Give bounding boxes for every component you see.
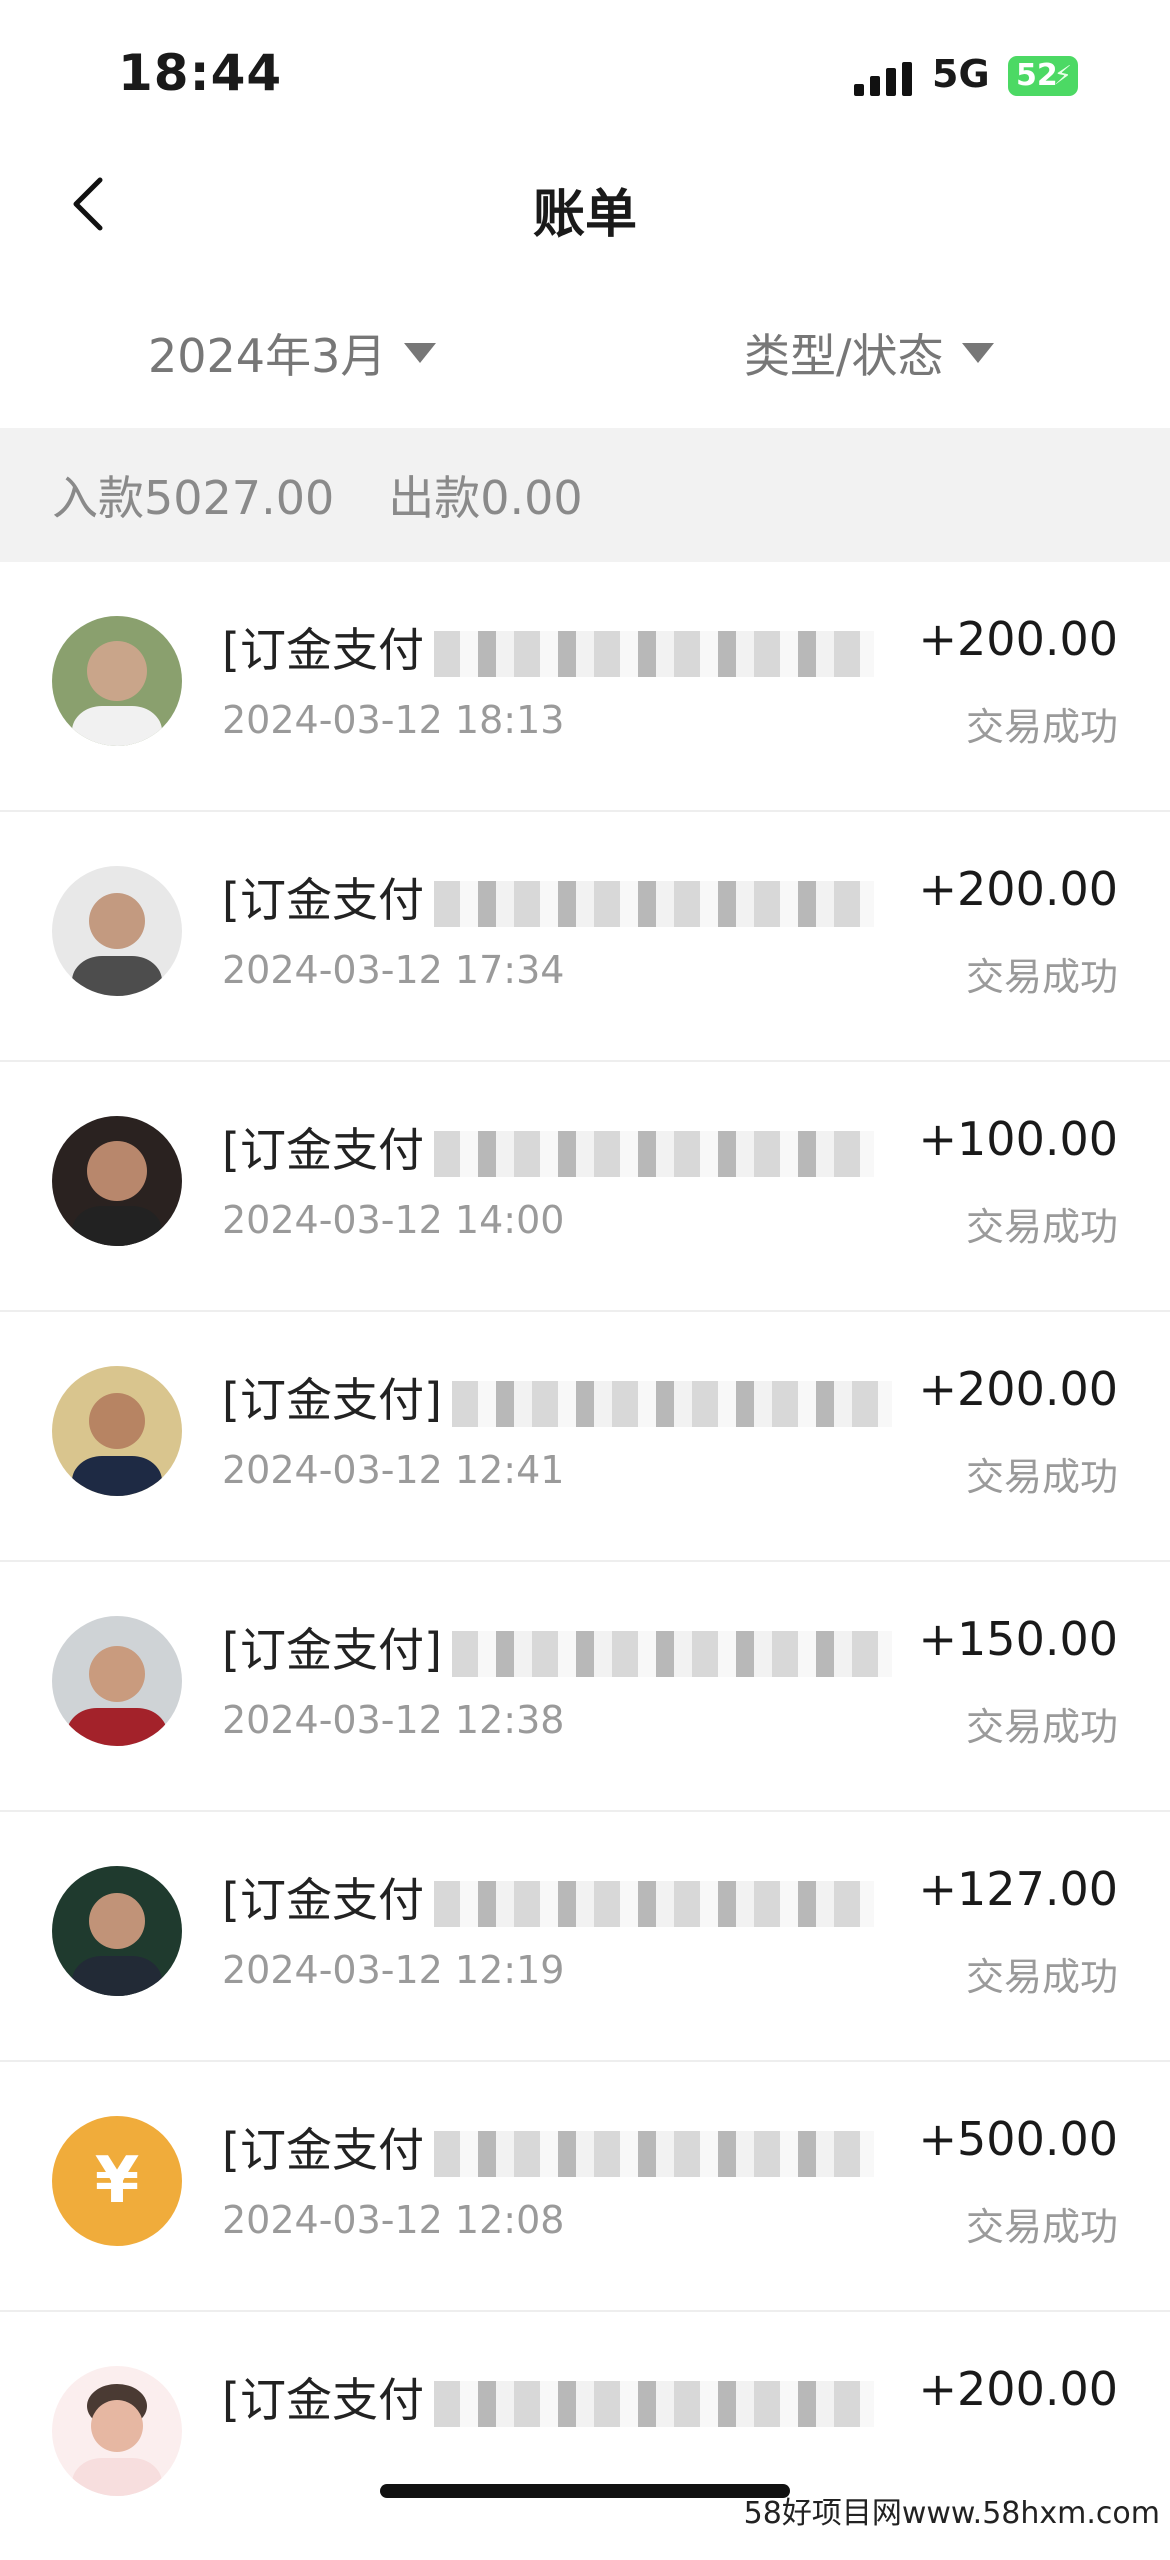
transaction-row[interactable]: ¥ [订金支付 2024-03-12 12:08 +500.00 交易成功	[0, 2062, 1170, 2312]
transaction-status: 交易成功	[965, 1455, 1118, 1499]
transaction-amount: +200.00	[918, 612, 1119, 666]
transaction-date: 2024-03-12 12:19	[222, 1948, 565, 1992]
transaction-row[interactable]: [订金支付 2024-03-12 12:19 +127.00 交易成功	[0, 1812, 1170, 2062]
type-status-filter[interactable]: 类型/状态	[744, 320, 994, 386]
transaction-description: [订金支付	[222, 614, 902, 680]
transaction-date: 2024-03-12 12:38	[222, 1698, 565, 1742]
transaction-amount: +127.00	[918, 1862, 1119, 1916]
transaction-row[interactable]: [订金支付 2024-03-12 17:34 +200.00 交易成功	[0, 812, 1170, 1062]
caret-down-icon	[404, 343, 437, 363]
battery-level: 52	[1016, 58, 1058, 93]
transaction-date: 2024-03-12 17:34	[222, 948, 565, 992]
transaction-amount: +200.00	[918, 2362, 1119, 2416]
transaction-row[interactable]: [订金支付] 2024-03-12 12:41 +200.00 交易成功	[0, 1312, 1170, 1562]
network-label: 5G	[932, 52, 990, 96]
transaction-description: [订金支付	[222, 864, 902, 930]
type-status-filter-label: 类型/状态	[744, 329, 944, 383]
avatar	[52, 2366, 182, 2496]
avatar	[52, 616, 182, 746]
transaction-date: 2024-03-12 12:41	[222, 1448, 565, 1492]
transaction-amount: +200.00	[918, 862, 1119, 916]
status-bar: 18:44 5G 52 ⚡	[0, 0, 1170, 150]
transaction-description: [订金支付	[222, 1864, 902, 1930]
transaction-description: [订金支付]	[222, 1364, 902, 1430]
transaction-description: [订金支付	[222, 2114, 902, 2180]
transaction-amount: +200.00	[918, 1362, 1119, 1416]
page-title: 账单	[532, 185, 637, 245]
avatar	[52, 866, 182, 996]
transaction-list: [订金支付 2024-03-12 18:13 +200.00 交易成功 [订金支…	[0, 562, 1170, 2560]
transaction-amount: +150.00	[918, 1612, 1119, 1666]
transaction-row[interactable]: [订金支付 2024-03-12 18:13 +200.00 交易成功	[0, 562, 1170, 812]
watermark: 58好项目网www.58hxm.com	[743, 2496, 1160, 2531]
nav-bar: 账单	[0, 150, 1170, 260]
filter-bar: 2024年3月 类型/状态	[0, 290, 1170, 410]
home-indicator[interactable]	[380, 2484, 790, 2498]
expense-total: 出款0.00	[388, 471, 583, 525]
battery-icon: 52 ⚡	[1008, 56, 1078, 96]
transaction-amount: +100.00	[918, 1112, 1119, 1166]
charging-bolt-icon: ⚡	[1053, 61, 1072, 91]
transaction-date: 2024-03-12 14:00	[222, 1198, 565, 1242]
transaction-status: 交易成功	[965, 1955, 1118, 1999]
status-time: 18:44	[118, 44, 283, 102]
transaction-description: [订金支付	[222, 1114, 902, 1180]
transaction-status: 交易成功	[965, 955, 1118, 999]
yuan-icon: ¥	[52, 2116, 182, 2246]
transaction-date: 2024-03-12 12:08	[222, 2198, 565, 2242]
transaction-status: 交易成功	[965, 705, 1118, 749]
signal-icon	[854, 62, 914, 96]
month-filter[interactable]: 2024年3月	[148, 320, 437, 386]
transaction-status: 交易成功	[965, 1705, 1118, 1749]
caret-down-icon	[961, 343, 994, 363]
transaction-row[interactable]: [订金支付] 2024-03-12 12:38 +150.00 交易成功	[0, 1562, 1170, 1812]
avatar	[52, 1616, 182, 1746]
avatar	[52, 1116, 182, 1246]
income-total: 入款5027.00	[52, 471, 335, 525]
transaction-status: 交易成功	[965, 1205, 1118, 1249]
avatar	[52, 1366, 182, 1496]
transaction-description: [订金支付	[222, 2364, 902, 2430]
transaction-description: [订金支付]	[222, 1614, 902, 1680]
avatar	[52, 1866, 182, 1996]
month-filter-label: 2024年3月	[148, 329, 387, 383]
transaction-date: 2024-03-12 18:13	[222, 698, 565, 742]
transaction-amount: +500.00	[918, 2112, 1119, 2166]
transaction-status: 交易成功	[965, 2205, 1118, 2249]
summary-bar: 入款5027.00 出款0.00	[0, 428, 1170, 562]
transaction-row[interactable]: [订金支付 2024-03-12 14:00 +100.00 交易成功	[0, 1062, 1170, 1312]
